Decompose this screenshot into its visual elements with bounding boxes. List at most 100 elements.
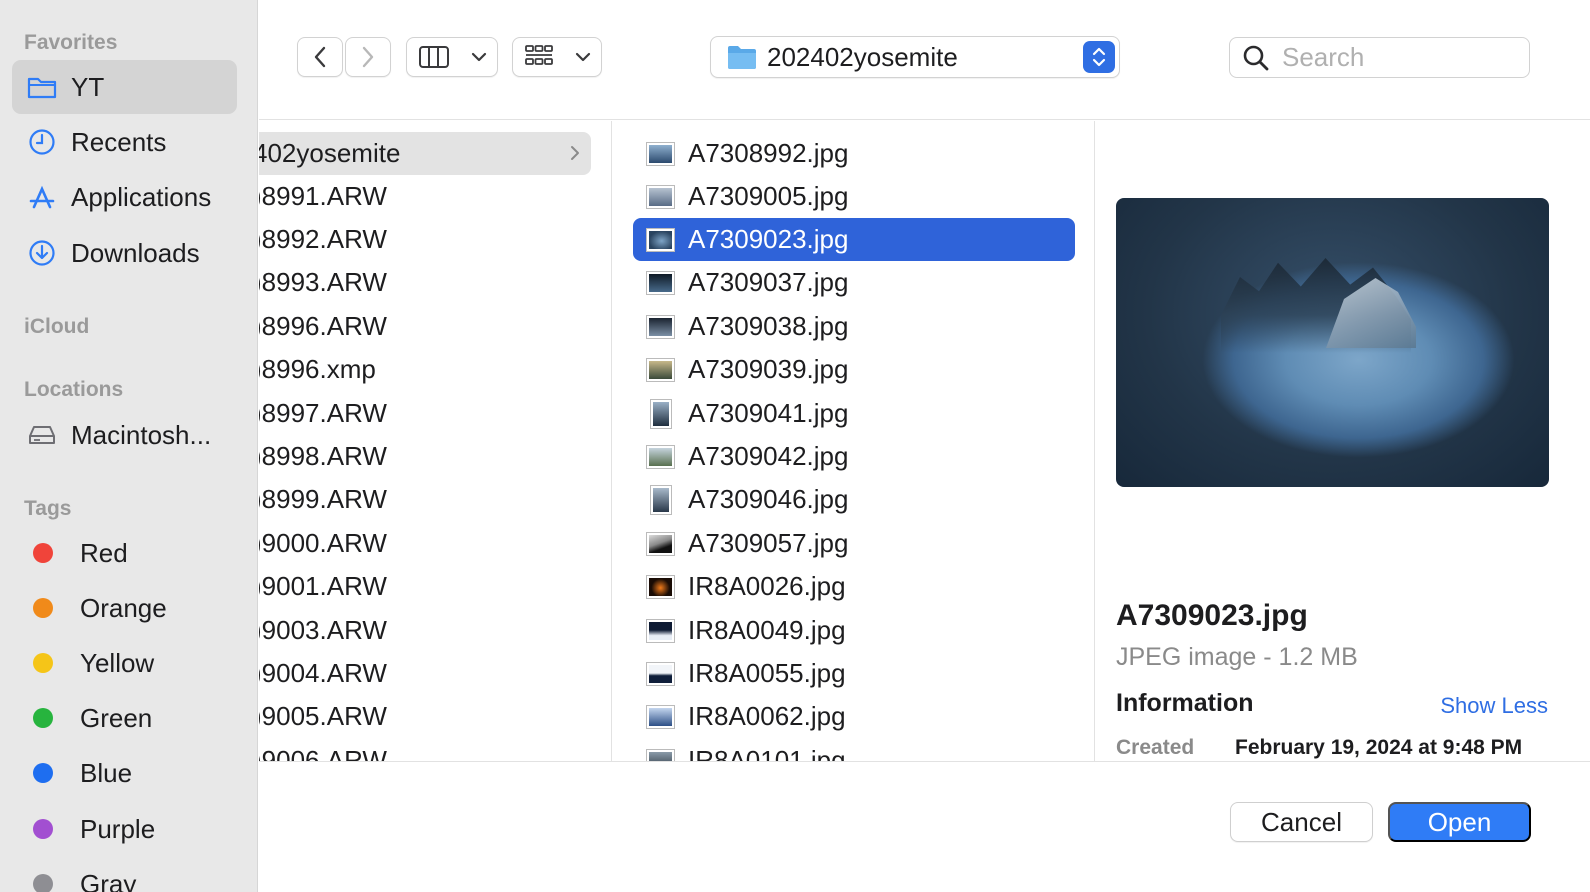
file-row[interactable]: A7309039.jpg	[633, 348, 1075, 391]
image-thumbnail	[647, 749, 674, 761]
chevron-down-icon	[471, 52, 486, 62]
tag-purple[interactable]: Purple	[12, 802, 237, 856]
list-item[interactable]: )8997.ARW	[259, 392, 591, 435]
sidebar-item-yt[interactable]: YT	[12, 60, 237, 114]
image-thumbnail	[651, 399, 671, 428]
preview-image	[1116, 198, 1549, 487]
list-item[interactable]: )9004.ARW	[259, 652, 591, 695]
file-name: A7308992.jpg	[688, 138, 849, 168]
show-less-link[interactable]: Show Less	[1440, 693, 1548, 719]
tag-dot	[33, 763, 53, 783]
list-item[interactable]: )8998.ARW	[259, 435, 591, 478]
parent-folder-column: 402yosemite )8991.ARW )8992.ARW )8993.AR…	[259, 121, 612, 761]
file-row[interactable]: A7309005.jpg	[633, 175, 1075, 218]
list-item[interactable]: )8992.ARW	[259, 218, 591, 261]
group-button[interactable]	[512, 37, 602, 77]
file-row[interactable]: IR8A0062.jpg	[633, 695, 1075, 738]
clock-icon	[26, 126, 58, 158]
favorites-heading: Favorites	[24, 31, 118, 54]
list-item-label: )9000.ARW	[259, 528, 387, 558]
list-item[interactable]: )8993.ARW	[259, 261, 591, 304]
sidebar-item-macintosh-hd[interactable]: Macintosh...	[12, 408, 237, 462]
popup-stepper-icon	[1083, 41, 1115, 73]
image-thumbnail	[647, 228, 674, 251]
file-row[interactable]: A7309037.jpg	[633, 261, 1075, 304]
view-mode-button[interactable]	[406, 37, 498, 77]
list-item-label: )8996.ARW	[259, 311, 387, 341]
location-popup[interactable]: 202402yosemite	[710, 36, 1120, 78]
file-list-column: A7308992.jpg A7309005.jpg A7309023.jpg A…	[613, 121, 1095, 761]
chevron-left-icon	[314, 46, 326, 68]
image-thumbnail	[647, 358, 674, 381]
tag-blue[interactable]: Blue	[12, 746, 237, 800]
file-name: A7309038.jpg	[688, 311, 849, 341]
tag-red[interactable]: Red	[12, 526, 237, 580]
list-item[interactable]: )8991.ARW	[259, 175, 591, 218]
file-row[interactable]: A7309057.jpg	[633, 522, 1075, 565]
tag-label: Orange	[80, 592, 167, 623]
list-item[interactable]: )9000.ARW	[259, 522, 591, 565]
list-item[interactable]: )9003.ARW	[259, 609, 591, 652]
tag-gray[interactable]: Gray	[12, 857, 237, 892]
list-item[interactable]: )8996.xmp	[259, 348, 591, 391]
list-item-label: )8991.ARW	[259, 181, 387, 211]
forward-button[interactable]	[345, 37, 391, 77]
tag-label: Blue	[80, 757, 133, 788]
list-item[interactable]: )8996.ARW	[259, 305, 591, 348]
image-thumbnail	[647, 619, 674, 642]
tag-yellow[interactable]: Yellow	[12, 636, 237, 690]
file-name: A7309046.jpg	[688, 484, 849, 514]
list-item[interactable]: )9005.ARW	[259, 695, 591, 738]
list-item-label: )8998.ARW	[259, 441, 387, 471]
sidebar-item-applications[interactable]: Applications	[12, 170, 237, 224]
list-item[interactable]: 402yosemite	[259, 132, 591, 175]
cancel-button[interactable]: Cancel	[1230, 802, 1373, 842]
sidebar-item-label: Downloads	[71, 237, 200, 268]
file-row[interactable]: A7309041.jpg	[633, 392, 1075, 435]
search-field[interactable]: Search	[1229, 37, 1530, 78]
open-button[interactable]: Open	[1388, 802, 1531, 842]
tag-orange[interactable]: Orange	[12, 581, 237, 635]
file-row[interactable]: IR8A0026.jpg	[633, 565, 1075, 608]
search-icon	[1242, 44, 1270, 72]
tags-heading[interactable]: Tags	[24, 497, 71, 521]
file-row[interactable]: IR8A0049.jpg	[633, 609, 1075, 652]
file-name: IR8A0049.jpg	[688, 615, 846, 645]
icloud-heading[interactable]: iCloud	[24, 315, 89, 339]
list-item-label: )9001.ARW	[259, 571, 387, 601]
locations-heading[interactable]: Locations	[24, 378, 123, 402]
hard-drive-icon	[26, 419, 58, 451]
preview-kind: JPEG image - 1.2 MB	[1116, 643, 1358, 671]
list-item[interactable]: )8999.ARW	[259, 478, 591, 521]
list-item[interactable]: )9001.ARW	[259, 565, 591, 608]
back-button[interactable]	[297, 37, 343, 77]
preview-pane: A7309023.jpg JPEG image - 1.2 MB Informa…	[1096, 121, 1590, 761]
search-placeholder: Search	[1282, 42, 1365, 72]
list-item-label: )8999.ARW	[259, 484, 387, 514]
list-item-label: )9005.ARW	[259, 701, 387, 731]
file-name: IR8A0062.jpg	[688, 701, 846, 731]
file-name: A7309041.jpg	[688, 398, 849, 428]
sidebar-item-label: YT	[71, 71, 105, 102]
file-name: A7309023.jpg	[688, 224, 849, 254]
tag-green[interactable]: Green	[12, 691, 237, 745]
list-item[interactable]: )9006.ARW	[259, 739, 591, 761]
file-row[interactable]: A7309042.jpg	[633, 435, 1075, 478]
list-item-label: )9004.ARW	[259, 658, 387, 688]
tag-label: Green	[80, 702, 153, 733]
preview-filename: A7309023.jpg	[1116, 599, 1308, 632]
file-name: IR8A0055.jpg	[688, 658, 846, 688]
image-thumbnail	[647, 142, 674, 165]
file-row[interactable]: A7309046.jpg	[633, 478, 1075, 521]
file-row[interactable]: IR8A0055.jpg	[633, 652, 1075, 695]
file-row[interactable]: IR8A0101.jpg	[633, 739, 1075, 761]
file-row[interactable]: A7309038.jpg	[633, 305, 1075, 348]
sidebar-item-recents[interactable]: Recents	[12, 115, 237, 169]
file-row-selected[interactable]: A7309023.jpg	[633, 218, 1075, 261]
chevron-down-icon	[575, 52, 590, 62]
file-row[interactable]: A7308992.jpg	[633, 132, 1075, 175]
created-value: February 19, 2024 at 9:48 PM	[1235, 736, 1523, 759]
sidebar-item-downloads[interactable]: Downloads	[12, 226, 237, 280]
list-item-label: )8993.ARW	[259, 267, 387, 297]
file-name: IR8A0101.jpg	[688, 745, 846, 761]
